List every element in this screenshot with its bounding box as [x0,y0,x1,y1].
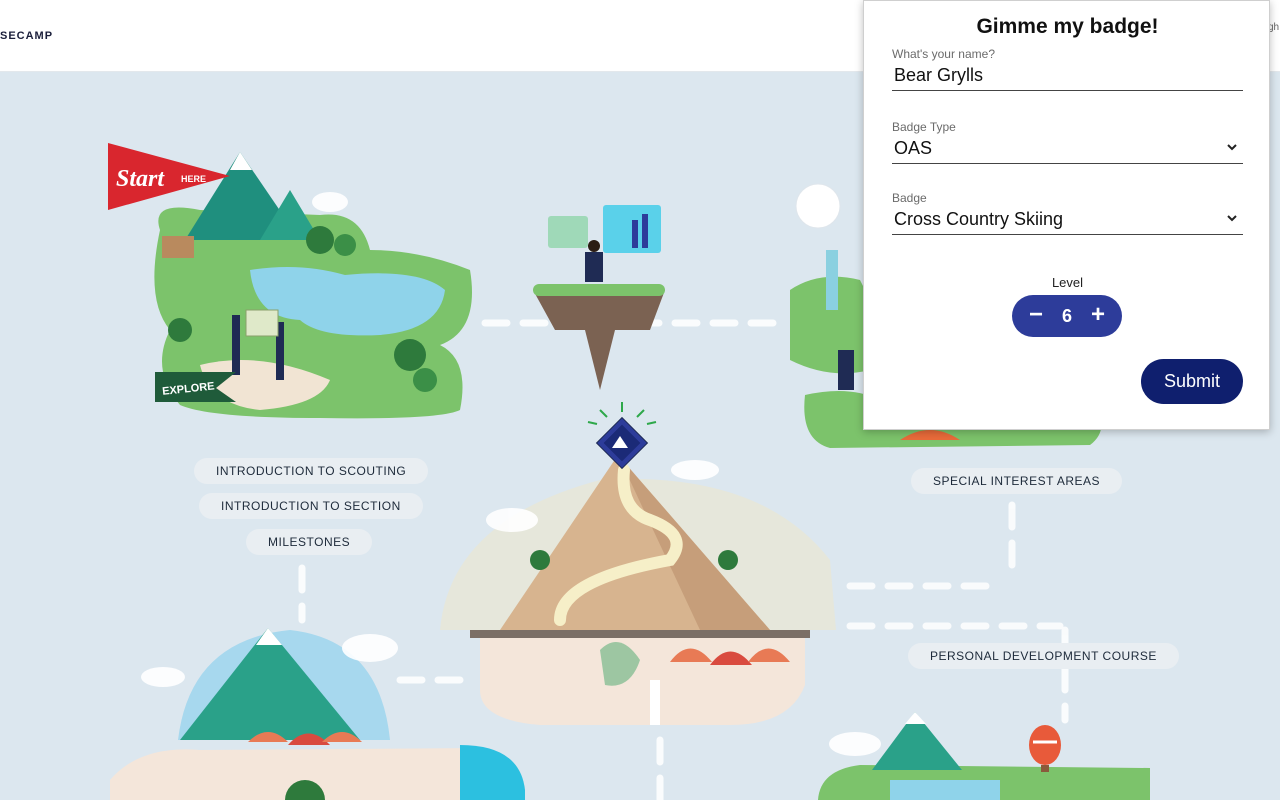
bottom-left-scene [110,628,525,800]
panel-title: Gimme my badge! [976,15,1159,38]
name-input[interactable]: Bear Grylls [892,63,1243,91]
label-intro-scouting[interactable]: INTRODUCTION TO SCOUTING [194,458,429,484]
badge-value: Cross Country Skiing [894,209,1064,229]
start-flag-here: HERE [181,174,206,184]
chevron-down-icon [1227,215,1237,222]
level-label: Level [1051,275,1084,290]
increment-button[interactable]: + [1080,295,1116,337]
badge-form-panel: Gimme my badge! What's your name? Bear G… [863,0,1270,430]
badge-label: Badge [892,191,927,205]
brand-text[interactable]: SECAMP [0,30,53,42]
name-field[interactable]: What's your name? Bear Grylls [892,47,1243,91]
label-special-interest[interactable]: SPECIAL INTEREST AREAS [911,468,1123,494]
floating-island [533,205,665,390]
chevron-down-icon [1227,144,1237,151]
label-intro-section[interactable]: INTRODUCTION TO SECTION [199,493,423,519]
central-mountain [440,455,836,725]
badge-select[interactable]: Cross Country Skiing [892,207,1243,235]
label-personal-dev[interactable]: PERSONAL DEVELOPMENT COURSE [908,643,1179,669]
milestone-badge [587,402,657,470]
level-stepper[interactable]: − 6 + [1012,295,1122,337]
start-flag-text: Start [116,166,165,192]
badge-type-value: OAS [894,138,933,158]
label-milestones[interactable]: MILESTONES [246,529,373,555]
badge-type-field[interactable]: Badge Type OAS [892,120,1243,164]
badge-type-label: Badge Type [892,120,956,134]
bottom-right-scene [818,712,1150,800]
name-field-label: What's your name? [892,47,996,61]
badge-field[interactable]: Badge Cross Country Skiing [892,191,1243,235]
submit-button[interactable]: Submit [1141,359,1243,404]
badge-type-select[interactable]: OAS [892,136,1243,164]
